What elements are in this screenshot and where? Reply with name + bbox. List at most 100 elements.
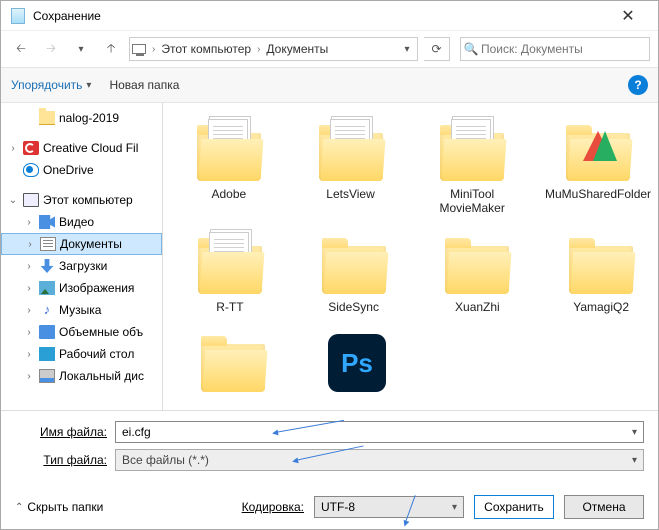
twist-icon[interactable]: › bbox=[23, 283, 35, 294]
filename-input[interactable] bbox=[122, 425, 632, 439]
form-area: Имя файла: ▾ Тип файла: Все файлы (*.*) … bbox=[1, 410, 658, 485]
filetype-label: Тип файла: bbox=[15, 453, 115, 467]
organize-button[interactable]: Упорядочить▾ bbox=[11, 78, 91, 92]
sidebar-item-10[interactable]: › Рабочий стол bbox=[1, 343, 162, 365]
folder-item[interactable]: MiniTool MovieMaker bbox=[426, 123, 518, 216]
chevron-down-icon[interactable]: ▾ bbox=[632, 427, 637, 438]
chevron-right-icon: › bbox=[253, 44, 264, 55]
sidebar-item-label: Creative Cloud Fil bbox=[43, 141, 138, 155]
encoding-value: UTF-8 bbox=[321, 500, 355, 514]
breadcrumb-root[interactable]: Этот компьютер bbox=[159, 42, 253, 56]
hide-folders-button[interactable]: ⌃ Скрыть папки bbox=[15, 500, 103, 514]
filetype-value: Все файлы (*.*) bbox=[122, 453, 209, 467]
encoding-combo[interactable]: UTF-8 ▾ bbox=[314, 496, 464, 518]
new-folder-button[interactable]: Новая папка bbox=[109, 78, 179, 92]
sidebar-item-4[interactable]: › Видео bbox=[1, 211, 162, 233]
folder-icon bbox=[194, 123, 264, 181]
folder-label: YamagiQ2 bbox=[573, 300, 629, 314]
sidebar-item-6[interactable]: › Загрузки bbox=[1, 255, 162, 277]
chevron-down-icon: ▾ bbox=[452, 502, 457, 513]
titlebar: Сохранение ✕ bbox=[1, 1, 658, 31]
folder-label: LetsView bbox=[326, 187, 374, 201]
folder-item[interactable]: R-TT bbox=[183, 236, 277, 314]
folder-label: R-TT bbox=[216, 300, 243, 314]
folder-item[interactable]: LetsView bbox=[305, 123, 397, 216]
folder-item[interactable]: MuMuSharedFolder bbox=[548, 123, 648, 216]
up-button[interactable]: 🡡 bbox=[99, 37, 123, 61]
twist-icon[interactable]: › bbox=[23, 305, 35, 316]
twist-icon[interactable]: › bbox=[24, 239, 36, 250]
sidebar-item-label: Локальный дис bbox=[59, 369, 144, 383]
sidebar-item-7[interactable]: › Изображения bbox=[1, 277, 162, 299]
annotation-arrow bbox=[405, 495, 416, 524]
doc-icon bbox=[40, 237, 56, 251]
desk-icon bbox=[39, 347, 55, 361]
search-icon: 🔍 bbox=[461, 42, 481, 56]
filetype-combo[interactable]: Все файлы (*.*) ▾ bbox=[115, 449, 644, 471]
chevron-down-icon: ▾ bbox=[632, 455, 637, 466]
sidebar-item-label: Изображения bbox=[59, 281, 134, 295]
close-icon[interactable]: ✕ bbox=[608, 6, 648, 26]
sidebar-item-11[interactable]: › Локальный дис bbox=[1, 365, 162, 387]
folder-item[interactable] bbox=[183, 334, 283, 398]
folder-label: MiniTool MovieMaker bbox=[426, 187, 518, 216]
encoding-label: Кодировка: bbox=[242, 500, 304, 514]
help-icon[interactable]: ? bbox=[628, 75, 648, 95]
folder-item[interactable]: XuanZhi bbox=[431, 236, 525, 314]
search-box[interactable]: 🔍 bbox=[460, 37, 650, 61]
folder-item[interactable]: YamagiQ2 bbox=[554, 236, 648, 314]
sidebar-item-label: Видео bbox=[59, 215, 94, 229]
sidebar-item-label: Объемные объ bbox=[59, 325, 143, 339]
app-icon bbox=[11, 8, 25, 24]
twist-icon[interactable]: › bbox=[23, 327, 35, 338]
footer: ⌃ Скрыть папки Кодировка: UTF-8 ▾ Сохран… bbox=[1, 485, 658, 529]
chevron-down-icon[interactable]: ▾ bbox=[397, 44, 417, 55]
sidebar-item-3[interactable]: ⌄ Этот компьютер bbox=[1, 189, 162, 211]
sidebar-item-2[interactable]: OneDrive bbox=[1, 159, 162, 181]
sidebar-item-1[interactable]: › Creative Cloud Fil bbox=[1, 137, 162, 159]
window-title: Сохранение bbox=[33, 9, 608, 23]
sidebar-item-8[interactable]: ›♪Музыка bbox=[1, 299, 162, 321]
sidebar-item-0[interactable]: nalog-2019 bbox=[1, 107, 162, 129]
mus-icon: ♪ bbox=[39, 303, 55, 317]
folder-icon bbox=[316, 123, 386, 181]
folder-icon bbox=[442, 236, 512, 294]
recent-dropdown[interactable]: ▾ bbox=[69, 37, 93, 61]
breadcrumb-current[interactable]: Документы bbox=[264, 42, 330, 56]
folder-icon bbox=[566, 236, 636, 294]
refresh-button[interactable]: ⟳ bbox=[424, 37, 450, 61]
folder-item[interactable]: SideSync bbox=[307, 236, 401, 314]
sidebar-item-label: Документы bbox=[60, 237, 122, 251]
sidebar: nalog-2019 › Creative Cloud Fil OneDrive ⌄ Эт… bbox=[1, 103, 163, 410]
sidebar-item-label: OneDrive bbox=[43, 163, 94, 177]
chevron-right-icon: › bbox=[148, 44, 159, 55]
sidebar-item-label: nalog-2019 bbox=[59, 111, 119, 125]
sidebar-item-label: Рабочий стол bbox=[59, 347, 134, 361]
sidebar-item-5[interactable]: › Документы bbox=[1, 233, 162, 255]
twist-icon[interactable]: › bbox=[23, 261, 35, 272]
save-button[interactable]: Сохранить bbox=[474, 495, 554, 519]
folder-label: SideSync bbox=[328, 300, 379, 314]
twist-icon[interactable]: › bbox=[7, 143, 19, 154]
sidebar-item-9[interactable]: › Объемные объ bbox=[1, 321, 162, 343]
sidebar-item-label: Загрузки bbox=[59, 259, 107, 273]
breadcrumb[interactable]: › Этот компьютер › Документы ▾ bbox=[129, 37, 418, 61]
search-input[interactable] bbox=[481, 42, 649, 56]
forward-button[interactable]: 🡢 bbox=[39, 37, 63, 61]
3d-icon bbox=[39, 325, 55, 339]
filename-input-wrap[interactable]: ▾ bbox=[115, 421, 644, 443]
folder-item[interactable]: Adobe bbox=[183, 123, 275, 216]
photoshop-icon: Ps bbox=[328, 334, 398, 392]
sidebar-item-label: Этот компьютер bbox=[43, 193, 133, 207]
toolbar: Упорядочить▾ Новая папка ? bbox=[1, 67, 658, 103]
back-button[interactable]: 🡠 bbox=[9, 37, 33, 61]
folder-label: XuanZhi bbox=[455, 300, 500, 314]
twist-icon[interactable]: › bbox=[23, 371, 35, 382]
folder-icon bbox=[39, 111, 55, 125]
cancel-button[interactable]: Отмена bbox=[564, 495, 644, 519]
img-icon bbox=[39, 281, 55, 295]
twist-icon[interactable]: › bbox=[23, 349, 35, 360]
twist-icon[interactable]: › bbox=[23, 217, 35, 228]
twist-icon[interactable]: ⌄ bbox=[7, 195, 19, 206]
folder-item[interactable]: Ps bbox=[313, 334, 413, 398]
